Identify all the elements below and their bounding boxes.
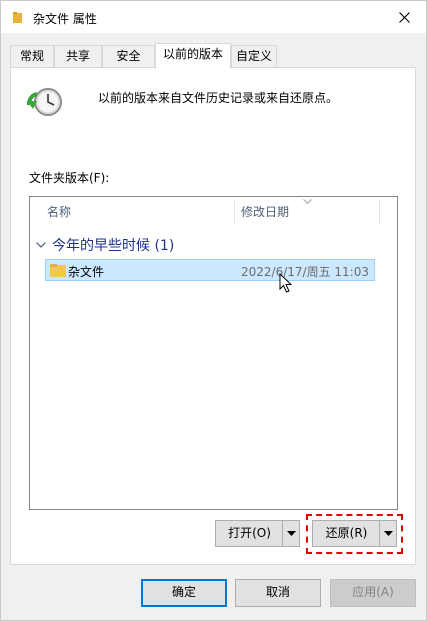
description-text: 以前的版本来自文件历史记录或来自还原点。 xyxy=(98,91,339,105)
window-title: 杂文件 属性 xyxy=(33,12,97,26)
tab-strip: 常规 共享 安全 以前的版本 自定义 xyxy=(1,43,426,69)
tab-security[interactable]: 安全 xyxy=(102,45,155,67)
tab-previous-versions[interactable]: 以前的版本 xyxy=(155,43,231,69)
versions-list[interactable]: 名称 修改日期 今年的早些时候 (1) 杂文件 2022/6/17/周五 11:… xyxy=(29,196,398,510)
history-clock-icon xyxy=(27,88,62,116)
folder-icon xyxy=(13,12,22,23)
column-date[interactable]: 修改日期 xyxy=(241,197,289,228)
open-button[interactable]: 打开(O) xyxy=(216,521,283,546)
sort-caret-icon xyxy=(303,199,312,204)
ok-button[interactable]: 确定 xyxy=(141,579,227,607)
open-split-button[interactable]: 打开(O) xyxy=(215,520,300,547)
column-divider[interactable] xyxy=(234,201,235,225)
group-header[interactable]: 今年的早些时候 (1) xyxy=(52,235,174,255)
apply-button[interactable]: 应用(A) xyxy=(330,579,416,607)
folder-icon xyxy=(50,264,66,277)
caret-down-icon xyxy=(287,531,296,536)
properties-dialog: 杂文件 属性 常规 共享 安全 以前的版本 自定义 以前的版本来自文件历史记录或… xyxy=(0,0,427,621)
restore-split-button[interactable]: 还原(R) xyxy=(312,520,397,547)
tab-general[interactable]: 常规 xyxy=(10,45,54,67)
chevron-down-icon[interactable] xyxy=(36,242,46,248)
tab-customize[interactable]: 自定义 xyxy=(231,45,277,67)
tab-sharing[interactable]: 共享 xyxy=(54,45,102,67)
title-bar[interactable]: 杂文件 属性 xyxy=(1,1,426,33)
close-icon xyxy=(398,11,410,23)
column-name[interactable]: 名称 xyxy=(47,197,71,228)
mouse-cursor-icon xyxy=(279,273,293,293)
column-divider[interactable] xyxy=(379,201,380,225)
list-item[interactable]: 杂文件 2022/6/17/周五 11:03 xyxy=(45,259,375,281)
caret-down-icon xyxy=(384,531,393,536)
item-date: 2022/6/17/周五 11:03 xyxy=(241,265,369,279)
restore-button[interactable]: 还原(R) xyxy=(313,521,380,546)
list-label: 文件夹版本(F): xyxy=(29,171,110,185)
close-button[interactable] xyxy=(382,1,426,33)
column-header: 名称 修改日期 xyxy=(30,197,397,228)
open-dropdown[interactable] xyxy=(282,521,300,546)
restore-dropdown[interactable] xyxy=(379,521,397,546)
cancel-button[interactable]: 取消 xyxy=(235,579,321,607)
item-name: 杂文件 xyxy=(68,265,105,279)
